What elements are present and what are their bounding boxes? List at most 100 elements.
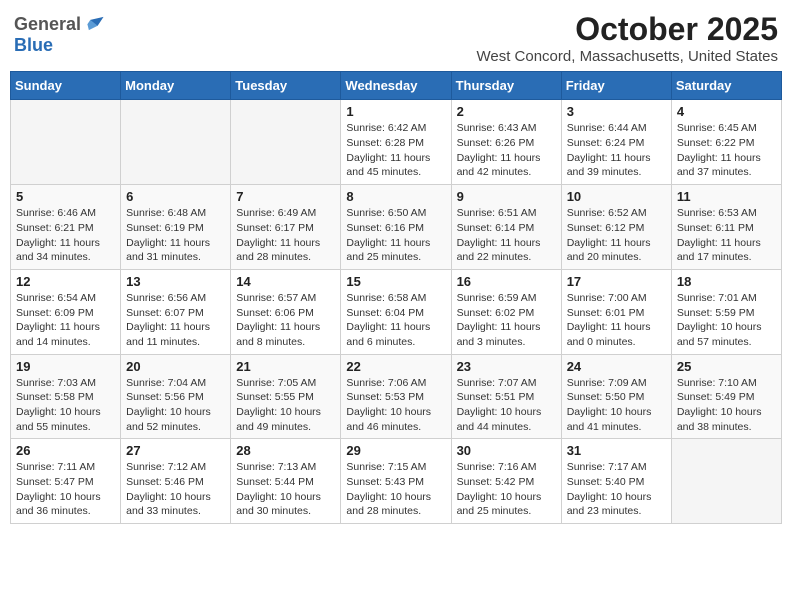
- calendar-week-row: 1 Sunrise: 6:42 AM Sunset: 6:28 PM Daylig…: [11, 100, 782, 185]
- calendar-cell: 13 Sunrise: 6:56 AM Sunset: 6:07 PM Dayli…: [121, 269, 231, 354]
- day-number: 6: [126, 189, 225, 204]
- calendar-day-header: Tuesday: [231, 72, 341, 100]
- day-info: Sunrise: 7:15 AM Sunset: 5:43 PM Dayligh…: [346, 460, 445, 519]
- day-info: Sunrise: 7:11 AM Sunset: 5:47 PM Dayligh…: [16, 460, 115, 519]
- day-number: 30: [457, 443, 556, 458]
- logo-blue: Blue: [14, 35, 53, 55]
- calendar-cell: 28 Sunrise: 7:13 AM Sunset: 5:44 PM Dayli…: [231, 439, 341, 524]
- day-info: Sunrise: 6:45 AM Sunset: 6:22 PM Dayligh…: [677, 121, 776, 180]
- day-info: Sunrise: 6:46 AM Sunset: 6:21 PM Dayligh…: [16, 206, 115, 265]
- calendar-cell: [671, 439, 781, 524]
- calendar-cell: 9 Sunrise: 6:51 AM Sunset: 6:14 PM Daylig…: [451, 185, 561, 270]
- calendar-cell: 27Sunrise: 7:12 AM Sunset: 5:46 PM Dayli…: [121, 439, 231, 524]
- calendar-cell: 8 Sunrise: 6:50 AM Sunset: 6:16 PM Daylig…: [341, 185, 451, 270]
- day-number: 10: [567, 189, 666, 204]
- calendar-day-header: Wednesday: [341, 72, 451, 100]
- day-number: 25: [677, 359, 776, 374]
- calendar-cell: [11, 100, 121, 185]
- day-number: 12: [16, 274, 115, 289]
- day-number: 18: [677, 274, 776, 289]
- day-number: 4: [677, 104, 776, 119]
- calendar-day-header: Saturday: [671, 72, 781, 100]
- calendar-cell: 22Sunrise: 7:06 AM Sunset: 5:53 PM Dayli…: [341, 354, 451, 439]
- day-number: 23: [457, 359, 556, 374]
- day-info: Sunrise: 6:53 AM Sunset: 6:11 PM Dayligh…: [677, 206, 776, 265]
- day-number: 5: [16, 189, 115, 204]
- calendar-cell: 26 Sunrise: 7:11 AM Sunset: 5:47 PM Dayli…: [11, 439, 121, 524]
- day-number: 24: [567, 359, 666, 374]
- day-info: Sunrise: 7:07 AM Sunset: 5:51 PM Dayligh…: [457, 376, 556, 435]
- calendar-body: 1 Sunrise: 6:42 AM Sunset: 6:28 PM Daylig…: [11, 100, 782, 524]
- day-info: Sunrise: 6:44 AM Sunset: 6:24 PM Dayligh…: [567, 121, 666, 180]
- day-number: 9: [457, 189, 556, 204]
- day-info: Sunrise: 6:49 AM Sunset: 6:17 PM Dayligh…: [236, 206, 335, 265]
- calendar-week-row: 12 Sunrise: 6:54 AM Sunset: 6:09 PM Dayli…: [11, 269, 782, 354]
- calendar-day-header: Thursday: [451, 72, 561, 100]
- day-info: Sunrise: 6:52 AM Sunset: 6:12 PM Dayligh…: [567, 206, 666, 265]
- calendar-cell: 20Sunrise: 7:04 AM Sunset: 5:56 PM Dayli…: [121, 354, 231, 439]
- day-number: 29: [346, 443, 445, 458]
- calendar-cell: 31Sunrise: 7:17 AM Sunset: 5:40 PM Dayli…: [561, 439, 671, 524]
- day-number: 28: [236, 443, 335, 458]
- calendar-week-row: 5 Sunrise: 6:46 AM Sunset: 6:21 PM Daylig…: [11, 185, 782, 270]
- day-info: Sunrise: 6:57 AM Sunset: 6:06 PM Dayligh…: [236, 291, 335, 350]
- day-number: 14: [236, 274, 335, 289]
- calendar-day-header: Sunday: [11, 72, 121, 100]
- calendar-cell: 12 Sunrise: 6:54 AM Sunset: 6:09 PM Dayli…: [11, 269, 121, 354]
- calendar-cell: 17Sunrise: 7:00 AM Sunset: 6:01 PM Dayli…: [561, 269, 671, 354]
- calendar-cell: 29 Sunrise: 7:15 AM Sunset: 5:43 PM Dayli…: [341, 439, 451, 524]
- calendar-cell: [231, 100, 341, 185]
- calendar-day-header: Monday: [121, 72, 231, 100]
- calendar-table: SundayMondayTuesdayWednesdayThursdayFrid…: [10, 71, 782, 524]
- month-title: October 2025: [476, 10, 778, 48]
- calendar-cell: 15Sunrise: 6:58 AM Sunset: 6:04 PM Dayli…: [341, 269, 451, 354]
- day-info: Sunrise: 7:05 AM Sunset: 5:55 PM Dayligh…: [236, 376, 335, 435]
- day-info: Sunrise: 6:42 AM Sunset: 6:28 PM Dayligh…: [346, 121, 445, 180]
- page-header: General Blue October 2025 West Concord, …: [10, 10, 782, 65]
- day-number: 21: [236, 359, 335, 374]
- calendar-cell: 24 Sunrise: 7:09 AM Sunset: 5:50 PM Dayli…: [561, 354, 671, 439]
- calendar-week-row: 26 Sunrise: 7:11 AM Sunset: 5:47 PM Dayli…: [11, 439, 782, 524]
- day-info: Sunrise: 6:43 AM Sunset: 6:26 PM Dayligh…: [457, 121, 556, 180]
- day-info: Sunrise: 7:09 AM Sunset: 5:50 PM Dayligh…: [567, 376, 666, 435]
- day-info: Sunrise: 6:51 AM Sunset: 6:14 PM Dayligh…: [457, 206, 556, 265]
- calendar-header-row: SundayMondayTuesdayWednesdayThursdayFrid…: [11, 72, 782, 100]
- calendar-cell: 30Sunrise: 7:16 AM Sunset: 5:42 PM Dayli…: [451, 439, 561, 524]
- day-info: Sunrise: 6:56 AM Sunset: 6:07 PM Dayligh…: [126, 291, 225, 350]
- calendar-cell: 21 Sunrise: 7:05 AM Sunset: 5:55 PM Dayli…: [231, 354, 341, 439]
- calendar-cell: 18 Sunrise: 7:01 AM Sunset: 5:59 PM Dayli…: [671, 269, 781, 354]
- day-info: Sunrise: 7:01 AM Sunset: 5:59 PM Dayligh…: [677, 291, 776, 350]
- calendar-cell: 10 Sunrise: 6:52 AM Sunset: 6:12 PM Dayli…: [561, 185, 671, 270]
- day-number: 27: [126, 443, 225, 458]
- calendar-cell: 14 Sunrise: 6:57 AM Sunset: 6:06 PM Dayli…: [231, 269, 341, 354]
- day-number: 13: [126, 274, 225, 289]
- day-info: Sunrise: 6:58 AM Sunset: 6:04 PM Dayligh…: [346, 291, 445, 350]
- day-number: 26: [16, 443, 115, 458]
- day-info: Sunrise: 7:06 AM Sunset: 5:53 PM Dayligh…: [346, 376, 445, 435]
- day-number: 2: [457, 104, 556, 119]
- day-number: 8: [346, 189, 445, 204]
- calendar-cell: 19 Sunrise: 7:03 AM Sunset: 5:58 PM Dayli…: [11, 354, 121, 439]
- calendar-cell: 23 Sunrise: 7:07 AM Sunset: 5:51 PM Dayli…: [451, 354, 561, 439]
- calendar-cell: 4 Sunrise: 6:45 AM Sunset: 6:22 PM Daylig…: [671, 100, 781, 185]
- logo-general: General: [14, 15, 81, 35]
- calendar-cell: 7Sunrise: 6:49 AM Sunset: 6:17 PM Daylig…: [231, 185, 341, 270]
- day-info: Sunrise: 7:03 AM Sunset: 5:58 PM Dayligh…: [16, 376, 115, 435]
- day-info: Sunrise: 7:13 AM Sunset: 5:44 PM Dayligh…: [236, 460, 335, 519]
- day-info: Sunrise: 6:59 AM Sunset: 6:02 PM Dayligh…: [457, 291, 556, 350]
- day-number: 19: [16, 359, 115, 374]
- calendar-cell: 25 Sunrise: 7:10 AM Sunset: 5:49 PM Dayli…: [671, 354, 781, 439]
- day-number: 11: [677, 189, 776, 204]
- day-info: Sunrise: 7:10 AM Sunset: 5:49 PM Dayligh…: [677, 376, 776, 435]
- logo-bird-icon: [83, 14, 105, 36]
- calendar-cell: 11 Sunrise: 6:53 AM Sunset: 6:11 PM Dayli…: [671, 185, 781, 270]
- calendar-cell: 6Sunrise: 6:48 AM Sunset: 6:19 PM Daylig…: [121, 185, 231, 270]
- calendar-day-header: Friday: [561, 72, 671, 100]
- day-info: Sunrise: 7:17 AM Sunset: 5:40 PM Dayligh…: [567, 460, 666, 519]
- calendar-cell: 3Sunrise: 6:44 AM Sunset: 6:24 PM Daylig…: [561, 100, 671, 185]
- day-number: 20: [126, 359, 225, 374]
- day-info: Sunrise: 6:50 AM Sunset: 6:16 PM Dayligh…: [346, 206, 445, 265]
- day-info: Sunrise: 6:54 AM Sunset: 6:09 PM Dayligh…: [16, 291, 115, 350]
- calendar-cell: [121, 100, 231, 185]
- day-number: 1: [346, 104, 445, 119]
